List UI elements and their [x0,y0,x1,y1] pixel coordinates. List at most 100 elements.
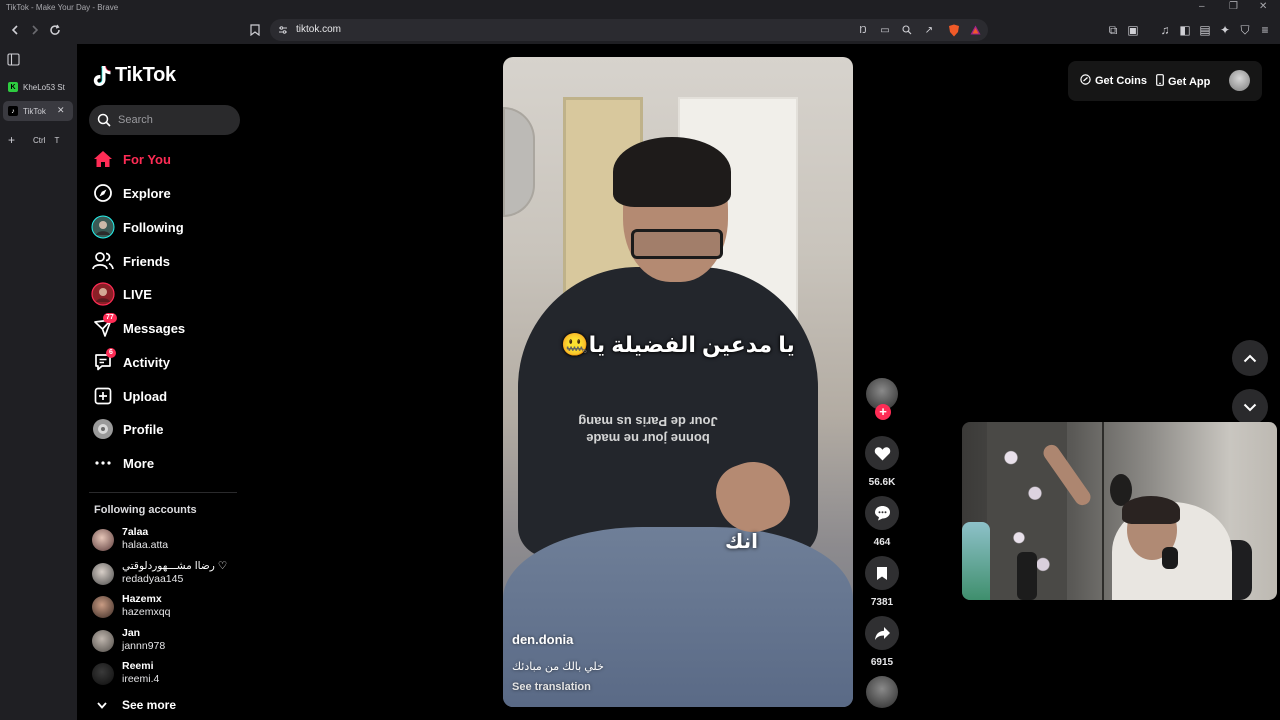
nav-profile[interactable]: Profile [91,415,241,443]
nav-activity[interactable]: 6 Activity [91,348,241,376]
save-count: 7381 [870,597,894,608]
avatar [92,563,114,585]
nav-live[interactable]: LIVE [91,280,241,308]
video-scene-glasses [631,229,723,259]
account-name: 7alaa [122,526,149,538]
new-tab-button[interactable]: + Ctrl T [3,130,73,150]
nav-more[interactable]: More [91,449,241,477]
nav-friends[interactable]: Friends [91,247,241,275]
next-video-button[interactable] [1232,389,1268,425]
share-count: 6915 [870,657,894,668]
translate-icon[interactable]: Ŋ [855,22,871,38]
share-icon[interactable]: ↗ [921,22,937,38]
zoom-icon[interactable] [899,22,915,38]
messages-icon: 77 [91,313,117,340]
see-translation-link[interactable]: See translation [512,681,591,693]
bookmark-icon[interactable] [246,21,264,39]
nav-label: Activity [123,354,170,370]
user-avatar[interactable] [1229,70,1250,91]
comment-count: 464 [873,537,891,548]
save-button[interactable]: 7381 [864,556,900,608]
webcam-scene-bottle [962,522,990,600]
plus-icon: + [8,133,16,147]
screenshot-icon[interactable]: ▣ [1124,21,1142,39]
nav-messages[interactable]: 77 Messages [91,313,241,342]
webcam-scene-headset [1162,547,1178,569]
vpn-icon[interactable]: ⛉ [1236,21,1254,39]
get-app-label: Get App [1168,75,1211,88]
shortcut-key: T [54,135,60,145]
profile-icon [91,417,115,441]
account-handle: jannn978 [122,640,166,652]
close-tab-icon[interactable]: ✕ [57,105,65,116]
wallet-icon[interactable]: ▤ [1196,21,1214,39]
top-right-actions: Get Coins Get App [1068,61,1262,101]
search-placeholder: Search [118,114,153,126]
back-icon[interactable] [6,21,24,39]
see-more-button[interactable]: See more [97,698,176,712]
sidebar-divider [89,492,237,493]
comment-button[interactable]: 464 [864,496,900,548]
account-name: Hazemx [122,593,162,605]
share-button[interactable]: 6915 [864,616,900,668]
follow-plus-icon[interactable]: + [875,404,891,420]
account-handle: ireemi.4 [122,673,160,685]
nav-explore[interactable]: Explore [91,179,241,207]
video-player[interactable]: bonne jour ne made Jour de Paris us mang… [503,57,853,707]
brave-rewards-icon[interactable] [967,22,983,38]
following-account[interactable]: Reemi ireemi.4 [92,660,242,690]
following-account[interactable]: رضاا مشـــهوردلوقتي ♡ redadyaa145 [92,560,242,590]
media-icon[interactable]: ♫ [1156,21,1174,39]
account-name: Jan [122,627,141,639]
messages-badge: 77 [103,313,117,323]
home-icon [91,147,115,171]
tiktok-logo[interactable]: TikTok [93,64,176,87]
compass-icon [91,181,115,205]
address-bar[interactable]: tiktok.com Ŋ ▭ ↗ [270,19,988,41]
restore-icon[interactable]: ❐ [1229,1,1238,12]
get-app-button[interactable]: Get App [1156,74,1210,89]
nav-following[interactable]: Following [91,213,241,241]
cast-icon[interactable]: ▭ [877,22,893,38]
webcam-scene-microphone [1017,552,1037,600]
url-text: tiktok.com [296,24,342,35]
search-input[interactable]: Search [89,105,240,135]
chevron-up-icon [1243,354,1257,362]
tab-label: TikTok [23,106,46,116]
leo-ai-icon[interactable]: ✦ [1216,21,1234,39]
nav-label: Explore [123,185,171,201]
site-info-icon[interactable] [275,22,291,38]
search-icon [97,113,111,127]
sound-disc-icon[interactable] [866,676,898,708]
video-description: خلي بالك من مبادئك [512,661,604,673]
menu-icon[interactable]: ≡ [1256,21,1274,39]
shortcut-key: Ctrl [33,135,46,145]
get-coins-button[interactable]: Get Coins [1080,74,1147,88]
browser-tab-tiktok[interactable]: ♪ TikTok ✕ [3,101,73,121]
close-window-icon[interactable]: ✕ [1259,1,1267,12]
nav-label: Messages [123,320,186,336]
browser-tab-khelo[interactable]: K KheLo53 St [3,77,73,97]
nav-for-you[interactable]: For You [91,145,241,173]
sidebar-toggle-icon[interactable]: ◧ [1176,21,1194,39]
video-author[interactable]: den.donia [512,632,573,647]
minimize-icon[interactable]: – [1199,1,1205,12]
nav-upload[interactable]: Upload [91,382,241,410]
phone-icon [1156,74,1164,89]
following-avatar-icon [91,215,115,239]
avatar [92,630,114,652]
brave-shields-icon[interactable] [946,22,962,38]
comment-icon [865,496,899,530]
following-account[interactable]: Jan jannn978 [92,627,242,657]
tab-panel-toggle-icon[interactable] [4,50,22,68]
get-coins-label: Get Coins [1095,75,1147,87]
extensions-icon[interactable]: ⧉ [1104,21,1122,39]
like-button[interactable]: 56.6K [864,436,900,488]
forward-icon[interactable] [26,21,44,39]
following-account[interactable]: 7alaa halaa.atta [92,526,242,556]
nav-label: LIVE [123,286,152,302]
tab-label: KheLo53 St [23,82,65,92]
previous-video-button[interactable] [1232,340,1268,376]
reload-icon[interactable] [46,21,64,39]
following-account[interactable]: Hazemx hazemxqq [92,593,242,623]
